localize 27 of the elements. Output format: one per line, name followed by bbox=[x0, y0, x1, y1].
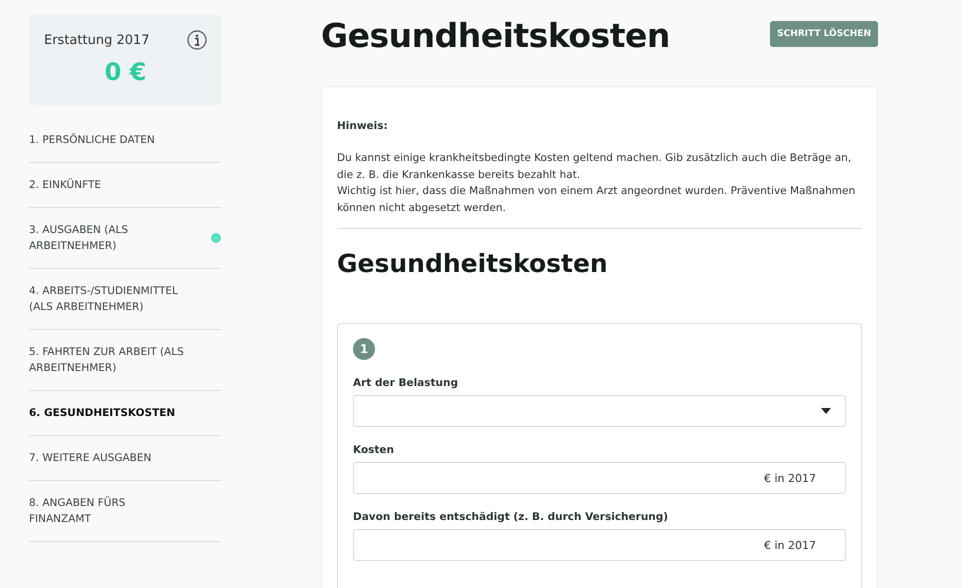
step-link[interactable]: 8. ANGABEN FÜRS FINANZAMT bbox=[29, 481, 221, 542]
step-link[interactable]: 5. FAHRTEN ZUR ARBEIT (ALS ARBEITNEHMER) bbox=[29, 330, 221, 391]
step-link[interactable]: 7. WEITERE AUSGABEN bbox=[29, 436, 221, 481]
notice-text: Wichtig ist hier, dass die Maßnahmen von einem Arzt angeordnet wurden. Präventive Maßnahmen können nicht abgesetzt werden. bbox=[337, 184, 856, 216]
step-link[interactable]: 4. ARBEITS-/STUDIENMITTEL (ALS ARBEITNEHMER) bbox=[29, 269, 221, 330]
page-title: Gesundheitskosten bbox=[321, 16, 670, 55]
notice-text: Du kannst einige krankheitsbedingte Kosten geltend machen. Gib zusätzlich auch die Beträge an, die z. B. die Krankenkasse bereits bezahlt hat. bbox=[337, 151, 852, 182]
section-title: Gesundheitskosten bbox=[337, 249, 609, 280]
unit-label: € in 2017 bbox=[764, 472, 816, 484]
refund-amount: 0 € bbox=[104, 58, 148, 86]
notice-heading: Hinweis: bbox=[337, 120, 389, 132]
field-label: Kosten bbox=[353, 444, 396, 456]
field-label: Art der Belastung bbox=[353, 377, 459, 389]
refund-label: Erstattung 2017 bbox=[44, 32, 150, 48]
step-link[interactable]: 1. PERSÖNLICHE DATEN bbox=[29, 118, 221, 163]
step-link[interactable]: 3. AUSGABEN (ALS ARBEITNEHMER) bbox=[29, 208, 221, 269]
field-label: Davon bereits entschädigt (z. B. durch Versicherung) bbox=[353, 511, 670, 523]
delete-step-button[interactable]: SCHRITT LÖSCHEN bbox=[770, 21, 878, 47]
caret-icon bbox=[821, 408, 831, 414]
amount-field[interactable]: € in 2017 bbox=[353, 529, 846, 561]
step-link[interactable]: 2. EINKÜNFTE bbox=[29, 163, 221, 208]
amount-field[interactable]: € in 2017 bbox=[353, 462, 846, 494]
entry-number: 1 bbox=[353, 338, 375, 360]
select-field[interactable] bbox=[353, 395, 846, 427]
step-link[interactable]: 6. GESUNDHEITSKOSTEN bbox=[29, 391, 221, 436]
info-icon[interactable] bbox=[187, 30, 207, 50]
unit-label: € in 2017 bbox=[764, 538, 816, 552]
